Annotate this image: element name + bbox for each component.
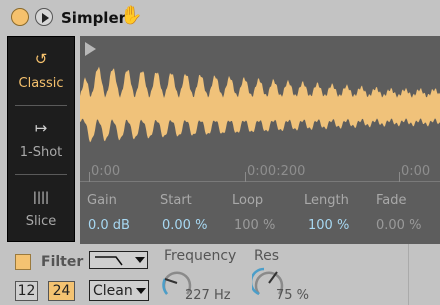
gain-label: Gain (87, 193, 117, 208)
res-label: Res (254, 248, 280, 264)
mode-label: 1-Shot (19, 145, 63, 160)
filter-toggle[interactable] (15, 254, 31, 270)
frequency-value: 227 Hz (185, 288, 231, 303)
timeline-label: 0:00 (91, 164, 121, 179)
chevron-down-icon (135, 257, 145, 263)
length-label: Length (304, 193, 349, 208)
fade-value[interactable]: 0.00 % (376, 218, 421, 234)
gain-value[interactable]: 0.0 dB (88, 218, 130, 234)
slice-bars-icon: |||| (32, 190, 50, 204)
mode-1shot-button[interactable]: ↦ 1-Shot (8, 106, 74, 173)
timeline-tick (399, 172, 400, 182)
mode-classic-button[interactable]: ↺ Classic (8, 37, 74, 104)
mode-slice-button[interactable]: |||| Slice (8, 175, 74, 242)
device-activator-toggle[interactable] (11, 8, 29, 26)
hand-icon[interactable]: ✋ (120, 6, 142, 26)
loop-label: Loop (232, 193, 264, 208)
frequency-label: Frequency (164, 248, 237, 264)
fade-label: Fade (376, 193, 407, 208)
start-marker-icon[interactable] (85, 42, 96, 56)
start-value[interactable]: 0.00 % (162, 218, 207, 234)
timeline-tick (245, 172, 246, 182)
slope-24-button[interactable]: 24 (48, 281, 75, 301)
oneshot-arrow-icon: ↦ (34, 119, 48, 137)
chevron-down-icon (136, 288, 146, 294)
filter-label: Filter (41, 254, 84, 270)
waveform-shape (80, 66, 440, 143)
res-value: 75 % (276, 288, 310, 303)
device-title: Simpler (61, 9, 127, 27)
filter-section: Filter 12 24 Clean Frequency 227 Hz Res … (0, 244, 440, 305)
circuit-value: Clean (93, 283, 133, 299)
length-value[interactable]: 100 % (308, 218, 349, 234)
filter-type-dropdown[interactable] (89, 251, 148, 269)
playback-mode-selector: ↺ Classic ↦ 1-Shot |||| Slice (7, 36, 75, 242)
lowpass-shape-icon (95, 256, 123, 266)
preview-play-button[interactable] (35, 8, 53, 26)
start-label: Start (160, 193, 192, 208)
timeline-label: 0:00:200 (247, 164, 306, 179)
device-title-bar: Simpler ✋ (0, 0, 440, 36)
timeline-label: 0:00 (401, 164, 431, 179)
loop-value[interactable]: 100 % (234, 218, 275, 234)
side-panel-edge (408, 244, 440, 305)
timeline-tick (89, 172, 90, 182)
mode-label: Slice (25, 214, 57, 229)
waveform-display[interactable] (80, 58, 440, 158)
timeline-ruler (80, 181, 440, 182)
sample-editor[interactable]: 0:00 0:00:200 0:00 Gain 0.0 dB Start 0.0… (80, 36, 440, 244)
mode-label: Classic (18, 76, 64, 91)
loop-icon: ↺ (34, 50, 48, 68)
filter-circuit-dropdown[interactable]: Clean (89, 280, 149, 301)
slope-12-button[interactable]: 12 (15, 281, 38, 301)
